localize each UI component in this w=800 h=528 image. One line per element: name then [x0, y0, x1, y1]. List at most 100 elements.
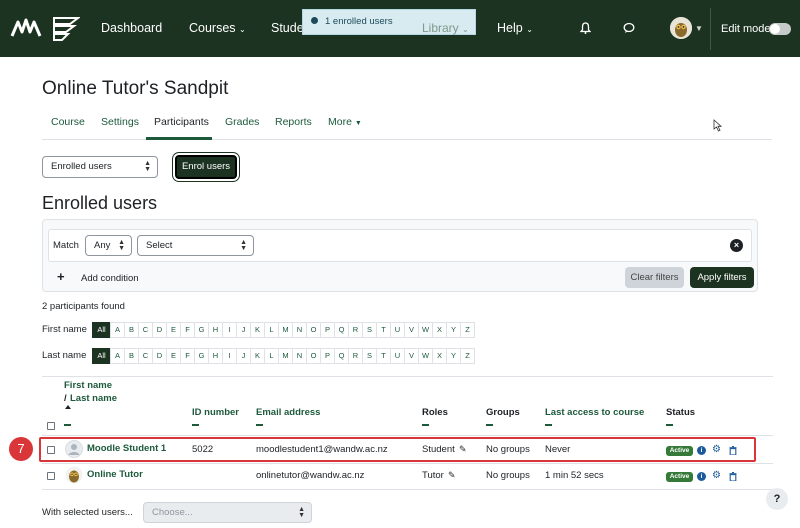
- lastname-initial-x[interactable]: X: [432, 348, 447, 364]
- help-button[interactable]: ?: [766, 488, 788, 510]
- nav-library[interactable]: Library ⌄: [422, 21, 469, 35]
- collapse-column-icon[interactable]: [486, 424, 493, 426]
- lastname-initial-h[interactable]: H: [208, 348, 223, 364]
- select-all-checkbox[interactable]: [47, 422, 55, 430]
- clear-filters-button[interactable]: Clear filters: [625, 267, 684, 288]
- lastname-initial-z[interactable]: Z: [460, 348, 475, 364]
- lastname-initial-m[interactable]: M: [278, 348, 293, 364]
- lastname-initial-u[interactable]: U: [390, 348, 405, 364]
- firstname-initial-j[interactable]: J: [236, 322, 251, 338]
- tab-participants[interactable]: Participants: [154, 116, 209, 128]
- plus-icon[interactable]: +: [57, 270, 65, 283]
- firstname-initial-t[interactable]: T: [376, 322, 391, 338]
- lastname-initial-k[interactable]: K: [250, 348, 265, 364]
- sort-last-access[interactable]: Last access to course: [545, 407, 644, 418]
- lastname-initial-w[interactable]: W: [418, 348, 433, 364]
- match-select[interactable]: Any ▲ ▼: [85, 235, 132, 256]
- firstname-initial-v[interactable]: V: [404, 322, 419, 338]
- enrolment-info-icon[interactable]: i: [697, 472, 706, 481]
- sort-first-name[interactable]: First name: [64, 380, 112, 391]
- firstname-initial-m[interactable]: M: [278, 322, 293, 338]
- firstname-initial-h[interactable]: H: [208, 322, 223, 338]
- tab-settings[interactable]: Settings: [101, 116, 139, 128]
- site-logo-icon[interactable]: [10, 14, 80, 44]
- sort-last-name[interactable]: Last name: [70, 393, 117, 404]
- firstname-initial-s[interactable]: S: [362, 322, 377, 338]
- firstname-initial-o[interactable]: O: [306, 322, 321, 338]
- lastname-initial-b[interactable]: B: [124, 348, 139, 364]
- firstname-initial-g[interactable]: G: [194, 322, 209, 338]
- firstname-initial-a[interactable]: A: [110, 322, 125, 338]
- lastname-initial-j[interactable]: J: [236, 348, 251, 364]
- apply-filters-button[interactable]: Apply filters: [690, 267, 754, 288]
- enrolled-users-select[interactable]: Enrolled users ▲ ▼: [42, 156, 158, 178]
- trash-icon[interactable]: [729, 472, 737, 481]
- add-condition-link[interactable]: Add condition: [81, 273, 139, 284]
- lastname-initial-s[interactable]: S: [362, 348, 377, 364]
- collapse-column-icon[interactable]: [545, 424, 552, 426]
- collapse-column-icon[interactable]: [256, 424, 263, 426]
- firstname-initial-r[interactable]: R: [348, 322, 363, 338]
- lastname-initial-r[interactable]: R: [348, 348, 363, 364]
- edit-mode-toggle[interactable]: [769, 23, 791, 35]
- remove-filter-row-icon[interactable]: ×: [730, 239, 743, 252]
- firstname-initial-c[interactable]: C: [138, 322, 153, 338]
- enrol-users-button[interactable]: Enrol users: [175, 155, 237, 179]
- sort-id-number[interactable]: ID number: [192, 407, 239, 418]
- firstname-initial-u[interactable]: U: [390, 322, 405, 338]
- firstname-initial-y[interactable]: Y: [446, 322, 461, 338]
- firstname-initial-l[interactable]: L: [264, 322, 279, 338]
- notifications-bell-icon[interactable]: [580, 22, 591, 34]
- firstname-initial-i[interactable]: I: [222, 322, 237, 338]
- nav-courses[interactable]: Courses ⌄: [189, 21, 246, 35]
- lastname-initial-y[interactable]: Y: [446, 348, 461, 364]
- collapse-column-icon[interactable]: [666, 424, 673, 426]
- tab-more[interactable]: More ▼: [328, 116, 362, 128]
- user-name-link[interactable]: Online Tutor: [87, 469, 143, 480]
- firstname-initial-n[interactable]: N: [292, 322, 307, 338]
- tab-reports[interactable]: Reports: [275, 116, 312, 128]
- lastname-initial-a[interactable]: A: [110, 348, 125, 364]
- collapse-column-icon[interactable]: [192, 424, 199, 426]
- chevron-down-icon[interactable]: ▼: [695, 24, 703, 33]
- collapse-column-icon[interactable]: [64, 424, 71, 426]
- tab-course[interactable]: Course: [51, 116, 85, 128]
- firstname-initial-b[interactable]: B: [124, 322, 139, 338]
- lastname-initial-all[interactable]: All: [92, 348, 111, 364]
- firstname-initial-x[interactable]: X: [432, 322, 447, 338]
- tab-grades[interactable]: Grades: [225, 116, 259, 128]
- firstname-initial-d[interactable]: D: [152, 322, 167, 338]
- firstname-initial-f[interactable]: F: [180, 322, 195, 338]
- nav-dashboard[interactable]: Dashboard: [101, 21, 162, 35]
- row-checkbox[interactable]: [47, 472, 55, 480]
- nav-help[interactable]: Help ⌄: [497, 21, 533, 35]
- lastname-initial-l[interactable]: L: [264, 348, 279, 364]
- firstname-initial-w[interactable]: W: [418, 322, 433, 338]
- lastname-initial-e[interactable]: E: [166, 348, 181, 364]
- lastname-initial-d[interactable]: D: [152, 348, 167, 364]
- bulk-action-select[interactable]: Choose... ▲ ▼: [143, 502, 312, 523]
- lastname-initial-n[interactable]: N: [292, 348, 307, 364]
- lastname-initial-c[interactable]: C: [138, 348, 153, 364]
- user-avatar[interactable]: [670, 17, 692, 39]
- lastname-initial-q[interactable]: Q: [334, 348, 349, 364]
- edit-role-pencil-icon[interactable]: ✎: [448, 470, 456, 481]
- lastname-initial-i[interactable]: I: [222, 348, 237, 364]
- lastname-initial-v[interactable]: V: [404, 348, 419, 364]
- sort-email[interactable]: Email address: [256, 407, 320, 418]
- lastname-initial-o[interactable]: O: [306, 348, 321, 364]
- firstname-initial-z[interactable]: Z: [460, 322, 475, 338]
- gear-icon[interactable]: ⚙: [712, 471, 721, 481]
- firstname-initial-k[interactable]: K: [250, 322, 265, 338]
- messages-icon[interactable]: [623, 22, 635, 34]
- lastname-initial-f[interactable]: F: [180, 348, 195, 364]
- lastname-initial-p[interactable]: P: [320, 348, 335, 364]
- lastname-initial-g[interactable]: G: [194, 348, 209, 364]
- collapse-column-icon[interactable]: [422, 424, 429, 426]
- filter-type-select[interactable]: Select ▲ ▼: [137, 235, 254, 256]
- firstname-initial-p[interactable]: P: [320, 322, 335, 338]
- firstname-initial-all[interactable]: All: [92, 322, 111, 338]
- lastname-initial-t[interactable]: T: [376, 348, 391, 364]
- firstname-initial-e[interactable]: E: [166, 322, 181, 338]
- firstname-initial-q[interactable]: Q: [334, 322, 349, 338]
